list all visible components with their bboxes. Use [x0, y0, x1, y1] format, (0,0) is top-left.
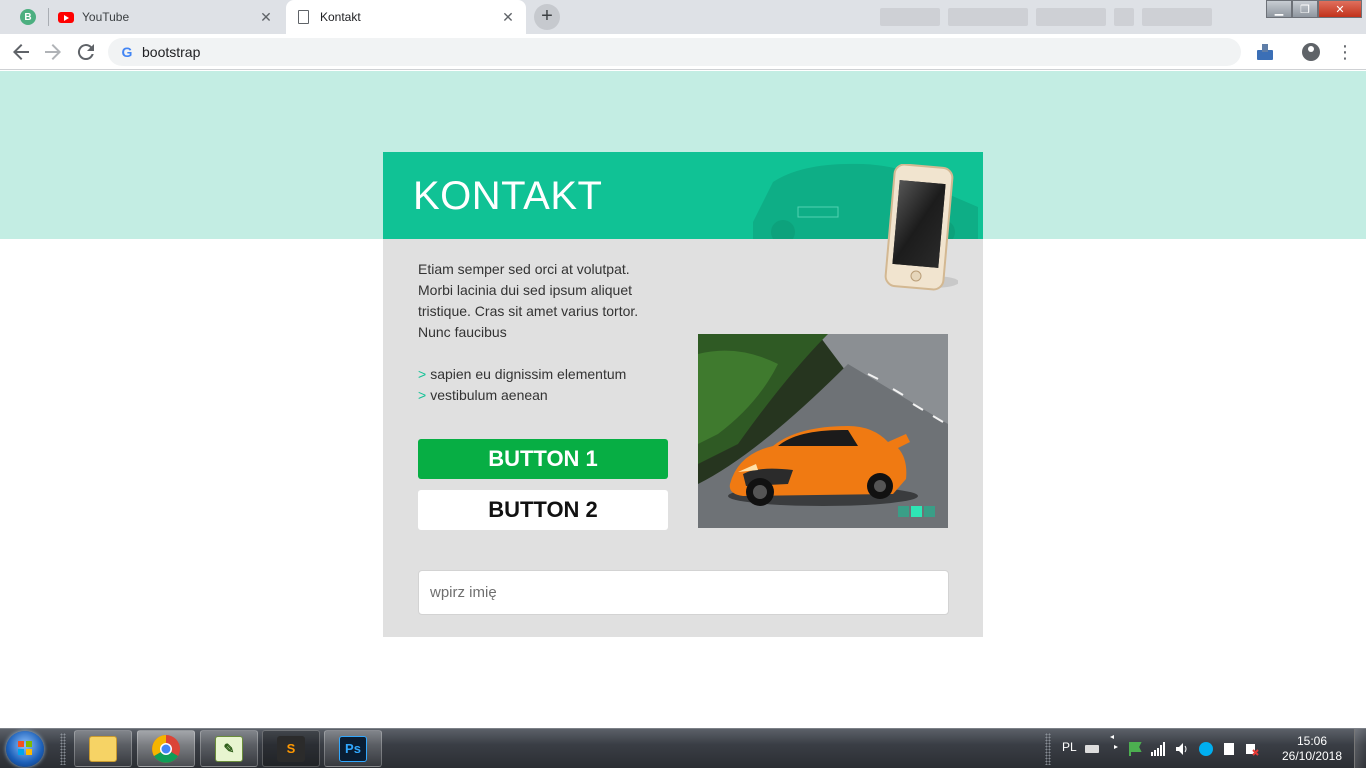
keyboard-icon[interactable] — [1085, 742, 1099, 756]
close-tab-icon[interactable]: ✕ — [258, 9, 274, 25]
system-clock[interactable]: 15:06 26/10/2018 — [1280, 734, 1344, 764]
taskbar-notepad[interactable]: ✎ — [200, 730, 258, 767]
button-1[interactable]: BUTTON 1 — [418, 439, 668, 479]
maximize-button[interactable]: ❐ — [1292, 0, 1318, 18]
windows-taskbar: ✎ S Ps PL 15:06 26/10/2018 — [0, 728, 1366, 768]
close-tab-icon[interactable]: ✕ — [500, 9, 516, 25]
window-controls: ▁ ❐ ✕ — [1266, 0, 1362, 18]
language-indicator[interactable]: PL — [1062, 740, 1077, 754]
tab-kontakt[interactable]: Kontakt ✕ — [286, 0, 526, 34]
arrows-icon[interactable] — [1107, 735, 1121, 749]
bullet-arrow-icon: > — [418, 387, 427, 403]
name-input[interactable] — [418, 570, 949, 615]
close-window-button[interactable]: ✕ — [1318, 0, 1362, 18]
list-item-text: sapien eu dignissim elementum — [430, 366, 627, 382]
slider-dot[interactable] — [898, 506, 909, 517]
new-tab-button[interactable]: + — [534, 4, 560, 30]
profile-icon[interactable] — [1302, 43, 1320, 61]
show-desktop-button[interactable] — [1354, 729, 1366, 768]
windows-logo-icon — [18, 741, 32, 755]
page-viewport: KONTAKT Etiam semper sed orci at volutpa… — [0, 71, 1366, 728]
slider-dots — [898, 506, 935, 517]
taskbar-photoshop[interactable]: Ps — [324, 730, 382, 767]
sublime-text-icon: S — [277, 735, 305, 762]
tray-grip — [1045, 733, 1051, 765]
list-item: > sapien eu dignissim elementum — [418, 364, 626, 385]
volume-icon[interactable] — [1175, 742, 1189, 756]
photoshop-icon: Ps — [339, 735, 367, 762]
tab-label: YouTube — [82, 10, 130, 24]
sports-car-image — [698, 334, 948, 528]
menu-icon[interactable]: ⋮ — [1336, 40, 1354, 64]
tab-pinned-bootstrap[interactable]: B — [8, 0, 48, 34]
taskbar-sublime[interactable]: S — [262, 730, 320, 767]
device-icon[interactable] — [1222, 742, 1236, 756]
button-2[interactable]: BUTTON 2 — [418, 490, 668, 530]
taskbar-grip — [60, 733, 66, 765]
address-input[interactable] — [142, 42, 1222, 62]
page-title: KONTAKT — [413, 174, 603, 218]
slider-dot-active[interactable] — [911, 506, 922, 517]
skype-icon[interactable] — [1199, 742, 1213, 756]
start-button[interactable] — [6, 731, 44, 767]
network-icon[interactable] — [1151, 742, 1165, 756]
browser-tab-strip: B YouTube ✕ Kontakt ✕ + ▁ ❐ ✕ — [0, 0, 1366, 34]
tab-youtube[interactable]: YouTube ✕ — [48, 0, 284, 34]
chrome-icon — [152, 734, 180, 763]
clock-time: 15:06 — [1296, 734, 1328, 748]
list-item: > vestibulum aenean — [418, 385, 626, 406]
extension-icon[interactable] — [1256, 43, 1274, 61]
contact-card: KONTAKT Etiam semper sed orci at volutpa… — [383, 152, 983, 637]
page-icon — [298, 10, 309, 24]
list-item-text: vestibulum aenean — [430, 387, 548, 403]
bootstrap-favicon-icon: B — [20, 9, 36, 25]
car-photo-slider[interactable] — [698, 334, 948, 528]
taskbar-file-explorer[interactable] — [74, 730, 132, 767]
file-explorer-icon — [89, 735, 117, 762]
youtube-icon — [58, 11, 74, 23]
clock-date: 26/10/2018 — [1281, 749, 1343, 763]
back-arrow-icon[interactable] — [9, 40, 33, 64]
intro-paragraph: Etiam semper sed orci at volutpat. Morbi… — [418, 261, 639, 340]
tab-label: Kontakt — [320, 10, 361, 24]
forward-arrow-icon[interactable] — [41, 40, 65, 64]
reload-icon[interactable] — [74, 40, 98, 64]
notepad-icon: ✎ — [215, 735, 243, 762]
address-bar[interactable]: G — [108, 38, 1241, 66]
phone-image — [884, 164, 958, 291]
google-icon: G — [121, 44, 133, 60]
bullet-arrow-icon: > — [418, 366, 427, 382]
bookmarks-blur — [880, 6, 1260, 28]
slider-dot[interactable] — [924, 506, 935, 517]
taskbar-chrome[interactable] — [137, 730, 195, 767]
minimize-button[interactable]: ▁ — [1266, 0, 1292, 18]
browser-toolbar: G ⋮ — [0, 34, 1366, 70]
feature-list: > sapien eu dignissim elementum > vestibul… — [418, 364, 626, 406]
action-center-flag-icon[interactable] — [1128, 742, 1142, 756]
power-error-icon[interactable] — [1245, 742, 1259, 756]
